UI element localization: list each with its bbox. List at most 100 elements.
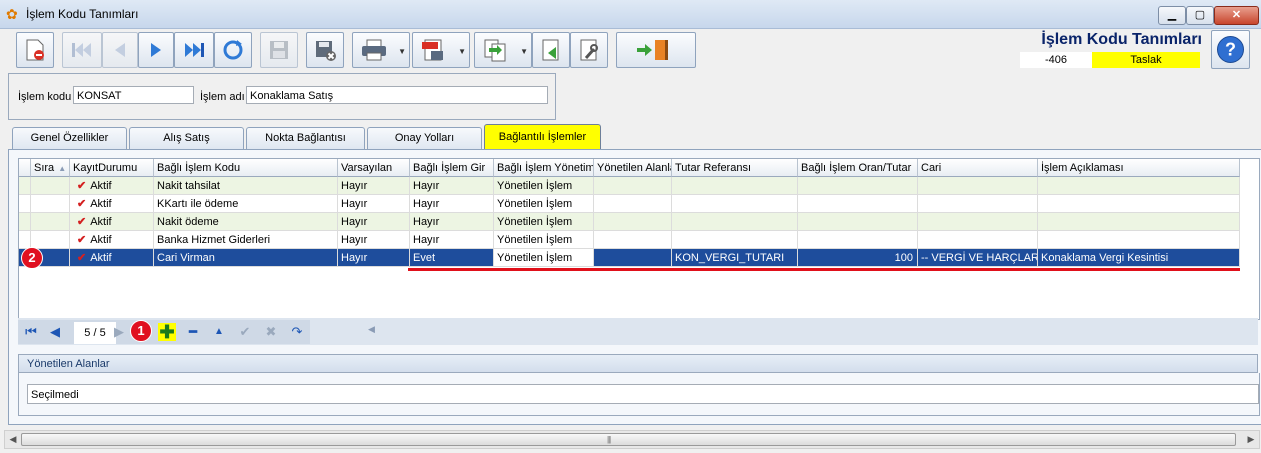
- linked-code-cell[interactable]: KKartı ile ödeme: [154, 195, 338, 213]
- record-status-cell[interactable]: ✔ Aktif: [70, 195, 154, 213]
- managed-fields-cell[interactable]: [594, 231, 672, 249]
- record-status-cell[interactable]: ✔ Aktif: [70, 231, 154, 249]
- cancel-icon[interactable]: ✖: [262, 323, 280, 341]
- tab-approval-paths[interactable]: Onay Yolları: [367, 127, 482, 149]
- table-row[interactable]: ✔ Aktif Nakit ödeme Hayır Hayır Yönetilen…: [19, 213, 1240, 231]
- account-cell[interactable]: [918, 231, 1038, 249]
- name-field[interactable]: Konaklama Satış: [246, 86, 548, 104]
- description-cell[interactable]: [1038, 177, 1240, 195]
- column-header-record-status[interactable]: KayıtDurumu: [70, 159, 154, 177]
- amount-ref-cell[interactable]: [672, 213, 798, 231]
- managed-fields-cell[interactable]: [594, 177, 672, 195]
- scrollbar-thumb[interactable]: |||: [21, 433, 1236, 446]
- linked-management-cell[interactable]: Yönetilen İşlem: [494, 213, 594, 231]
- record-status-cell[interactable]: ✔ Aktif: [70, 213, 154, 231]
- order-cell[interactable]: [31, 213, 70, 231]
- last-record-button[interactable]: [174, 32, 214, 68]
- account-cell[interactable]: [918, 177, 1038, 195]
- description-cell[interactable]: [1038, 195, 1240, 213]
- minimize-button[interactable]: ▁: [1158, 6, 1186, 25]
- column-header-linked-enter[interactable]: Bağlı İşlem Gir: [410, 159, 494, 177]
- maximize-button[interactable]: ▢: [1186, 6, 1214, 25]
- default-cell[interactable]: Hayır: [338, 195, 410, 213]
- table-row[interactable]: ✔ Aktif Nakit tahsilat Hayır Hayır Yöneti…: [19, 177, 1240, 195]
- linked-management-cell[interactable]: Yönetilen İşlem: [494, 195, 594, 213]
- add-row-icon[interactable]: ✚: [158, 323, 176, 341]
- linked-code-cell[interactable]: Nakit tahsilat: [154, 177, 338, 195]
- default-cell[interactable]: Hayır: [338, 249, 410, 267]
- rate-cell[interactable]: [798, 195, 918, 213]
- amount-ref-cell[interactable]: [672, 195, 798, 213]
- linked-code-cell[interactable]: Nakit ödeme: [154, 213, 338, 231]
- column-header-linked-management[interactable]: Bağlı İşlem Yönetimi: [494, 159, 594, 177]
- linked-management-cell[interactable]: Yönetilen İşlem: [494, 231, 594, 249]
- order-cell[interactable]: [31, 231, 70, 249]
- managed-fields-cell[interactable]: [594, 213, 672, 231]
- delete-button[interactable]: [306, 32, 344, 68]
- default-cell[interactable]: Hayır: [338, 213, 410, 231]
- table-row[interactable]: ✔ Aktif KKartı ile ödeme Hayır Hayır Yöne…: [19, 195, 1240, 213]
- next-record-button[interactable]: [138, 32, 174, 68]
- code-field[interactable]: KONSAT: [73, 86, 194, 104]
- first-row-icon[interactable]: ⏮: [22, 323, 40, 341]
- linked-management-cell[interactable]: Yönetilen İşlem: [494, 249, 594, 267]
- column-header-default[interactable]: Varsayılan: [338, 159, 410, 177]
- account-cell[interactable]: -- VERGİ VE HARÇLAR --: [918, 249, 1038, 267]
- exit-button[interactable]: [616, 32, 696, 68]
- column-header-amount-ref[interactable]: Tutar Referansı: [672, 159, 798, 177]
- refresh-rows-icon[interactable]: ↷: [288, 323, 306, 341]
- column-header-rate[interactable]: Bağlı İşlem Oran/Tutar: [798, 159, 918, 177]
- linked-code-cell[interactable]: Cari Virman: [154, 249, 338, 267]
- copy-button[interactable]: [532, 32, 570, 68]
- account-cell[interactable]: [918, 213, 1038, 231]
- previous-row-icon[interactable]: ◀: [46, 323, 64, 341]
- column-header-account[interactable]: Cari: [918, 159, 1038, 177]
- help-button[interactable]: ?: [1211, 30, 1250, 69]
- linked-enter-cell[interactable]: Hayır: [410, 213, 494, 231]
- tab-purchase-sale[interactable]: Alış Satış: [129, 127, 244, 149]
- column-header-managed-fields[interactable]: Yönetilen Alanlar: [594, 159, 672, 177]
- first-record-button[interactable]: [62, 32, 102, 68]
- managed-fields-value[interactable]: Seçilmedi: [27, 384, 1259, 404]
- account-cell[interactable]: [918, 195, 1038, 213]
- rate-cell[interactable]: [798, 177, 918, 195]
- linked-code-cell[interactable]: Banka Hizmet Giderleri: [154, 231, 338, 249]
- tab-general[interactable]: Genel Özellikler: [12, 127, 127, 149]
- linked-enter-cell[interactable]: Hayır: [410, 195, 494, 213]
- next-row-icon[interactable]: ▶: [110, 323, 128, 341]
- refresh-button[interactable]: [214, 32, 252, 68]
- linked-management-cell[interactable]: Yönetilen İşlem: [494, 177, 594, 195]
- rate-cell[interactable]: [798, 213, 918, 231]
- new-record-button[interactable]: [16, 32, 54, 68]
- managed-fields-cell[interactable]: [594, 249, 672, 267]
- export-pdf-button[interactable]: ▼: [412, 32, 470, 68]
- row-indicator[interactable]: [19, 195, 31, 213]
- amount-ref-cell[interactable]: [672, 177, 798, 195]
- move-up-icon[interactable]: ▲: [210, 323, 228, 341]
- managed-fields-cell[interactable]: [594, 195, 672, 213]
- description-cell[interactable]: Konaklama Vergi Kesintisi: [1038, 249, 1240, 267]
- column-header-description[interactable]: İşlem Açıklaması: [1038, 159, 1240, 177]
- row-indicator[interactable]: [19, 177, 31, 195]
- scroll-left-icon[interactable]: ◀: [368, 324, 375, 335]
- rate-cell[interactable]: 100: [798, 249, 918, 267]
- settings-button[interactable]: [570, 32, 608, 68]
- default-cell[interactable]: Hayır: [338, 177, 410, 195]
- column-header-linked-code[interactable]: Bağlı İşlem Kodu: [154, 159, 338, 177]
- linked-enter-cell[interactable]: Hayır: [410, 177, 494, 195]
- horizontal-scrollbar[interactable]: ◀ ||| ▶: [4, 430, 1260, 449]
- save-button[interactable]: [260, 32, 298, 68]
- linked-enter-cell[interactable]: Evet: [410, 249, 494, 267]
- previous-record-button[interactable]: [102, 32, 138, 68]
- record-status-cell[interactable]: ✔ Aktif: [70, 177, 154, 195]
- description-cell[interactable]: [1038, 231, 1240, 249]
- tab-point-connection[interactable]: Nokta Bağlantısı: [246, 127, 365, 149]
- import-export-button[interactable]: ▼: [474, 32, 532, 68]
- rate-cell[interactable]: [798, 231, 918, 249]
- remove-row-icon[interactable]: ━: [184, 323, 202, 341]
- column-header-order[interactable]: Sıra ▲: [31, 159, 70, 177]
- scroll-left-arrow-icon[interactable]: ◀: [5, 431, 21, 448]
- table-row-selected[interactable]: ✔ Aktif Cari Virman Hayır Evet Yönetilen …: [19, 249, 1240, 267]
- close-window-button[interactable]: ✕: [1214, 6, 1259, 25]
- scroll-right-arrow-icon[interactable]: ▶: [1243, 431, 1259, 448]
